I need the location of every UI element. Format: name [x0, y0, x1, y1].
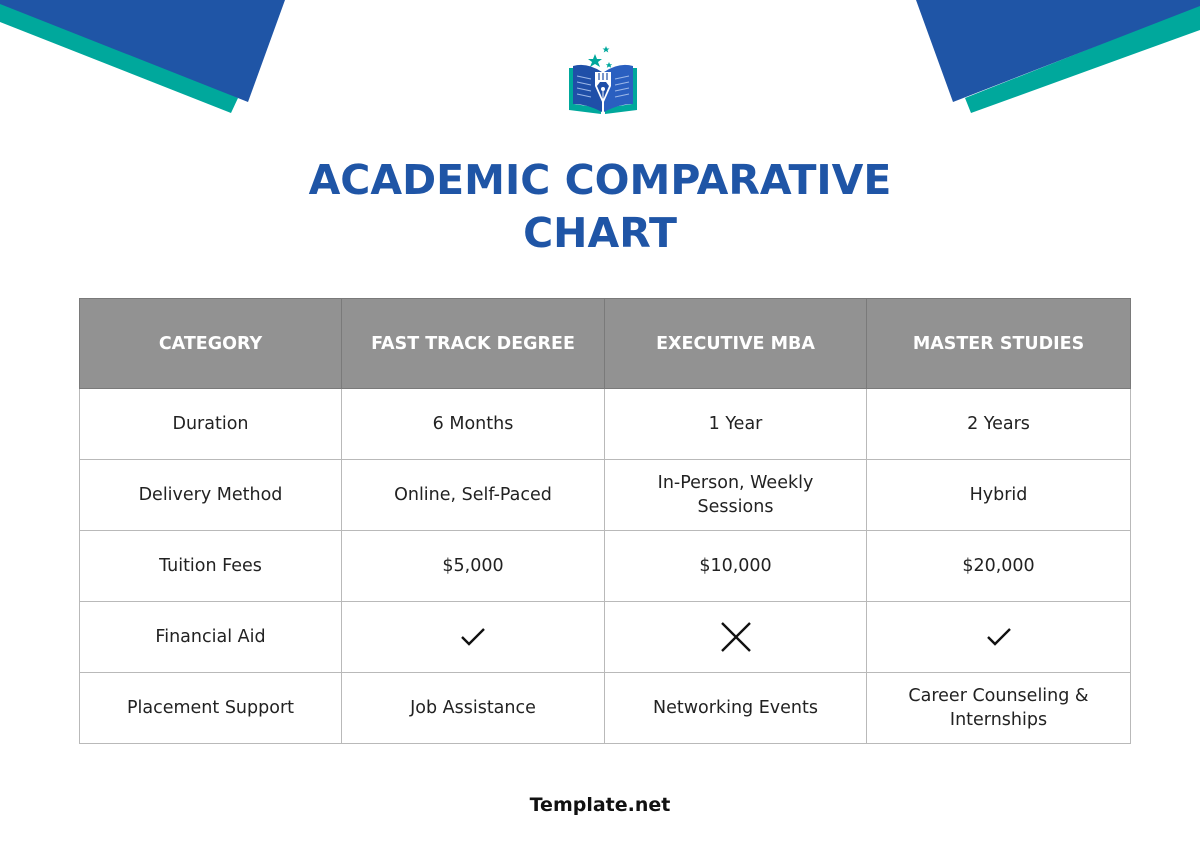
table-cell: 6 Months	[341, 388, 605, 460]
table-cell: In-Person, Weekly Sessions	[604, 459, 867, 531]
title-line-1: ACADEMIC COMPARATIVE	[308, 156, 892, 204]
page-title: ACADEMIC COMPARATIVE CHART	[0, 154, 1200, 260]
header-master-studies: MASTER STUDIES	[866, 298, 1131, 389]
corner-decoration-left	[0, 0, 285, 113]
check-icon	[986, 628, 1011, 646]
header-category: CATEGORY	[79, 298, 342, 389]
check-icon	[461, 628, 485, 646]
table-row: Delivery Method Online, Self-Paced In-Pe…	[79, 459, 1131, 531]
row-label: Delivery Method	[79, 459, 342, 531]
table-cell: $20,000	[866, 530, 1131, 602]
table-cell: 1 Year	[604, 388, 867, 460]
table-cell	[604, 601, 867, 673]
header-executive-mba: EXECUTIVE MBA	[604, 298, 867, 389]
table-cell: Online, Self-Paced	[341, 459, 605, 531]
table-cell: Job Assistance	[341, 672, 605, 744]
cross-icon	[720, 622, 751, 652]
blue-stripe	[916, 0, 1200, 102]
blue-stripe	[0, 0, 285, 102]
table-row: Placement Support Job Assistance Network…	[79, 672, 1131, 744]
comparison-table: CATEGORY FAST TRACK DEGREE EXECUTIVE MBA…	[79, 298, 1131, 744]
table-cell	[341, 601, 605, 673]
table-row: Tuition Fees $5,000 $10,000 $20,000	[79, 530, 1131, 602]
table-cell: Hybrid	[866, 459, 1131, 531]
table-cell: 2 Years	[866, 388, 1131, 460]
row-label: Financial Aid	[79, 601, 342, 673]
table-row: Financial Aid	[79, 601, 1131, 673]
header-fast-track-degree: FAST TRACK DEGREE	[341, 298, 605, 389]
table-cell	[866, 601, 1131, 673]
title-line-2: CHART	[523, 209, 677, 257]
row-label: Tuition Fees	[79, 530, 342, 602]
table-cell: Career Counseling & Internships	[866, 672, 1131, 744]
row-label: Placement Support	[79, 672, 342, 744]
footer-brand: Template.net	[529, 794, 671, 816]
table-cell: $10,000	[604, 530, 867, 602]
table-header-row: CATEGORY FAST TRACK DEGREE EXECUTIVE MBA…	[79, 298, 1131, 389]
table-row: Duration 6 Months 1 Year 2 Years	[79, 388, 1131, 460]
corner-decoration-right	[916, 0, 1200, 113]
row-label: Duration	[79, 388, 342, 460]
table-cell: $5,000	[341, 530, 605, 602]
table-cell: Networking Events	[604, 672, 867, 744]
book-pen-stars-icon	[569, 46, 637, 114]
